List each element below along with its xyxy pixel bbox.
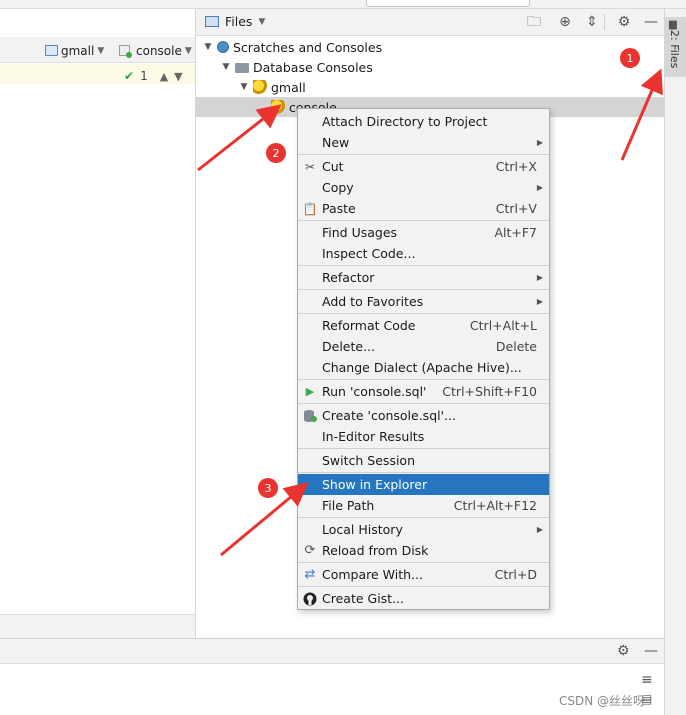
annotation-arrow-1 — [620, 68, 663, 161]
annotation-badge-2: 2 — [266, 143, 286, 163]
annotation-badge-1: 1 — [620, 48, 640, 68]
annotation-arrow-2 — [197, 104, 282, 172]
annotation-layer — [197, 68, 663, 557]
watermark: CSDN @丝丝呀 — [559, 694, 646, 708]
annotation-badge-3: 3 — [258, 478, 278, 498]
